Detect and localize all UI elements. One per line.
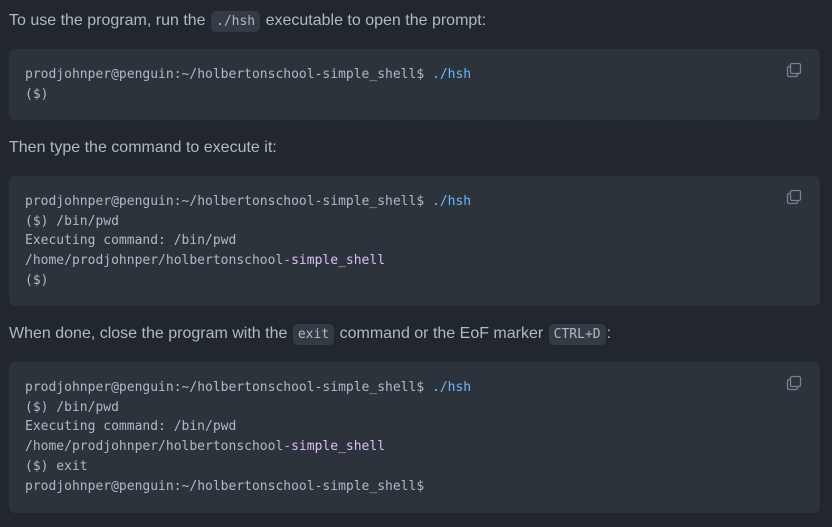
prompt-at: @ <box>111 380 119 395</box>
copy-icon <box>786 375 802 391</box>
prompt-user: prodjohnper <box>25 478 112 494</box>
copy-button[interactable] <box>786 189 804 207</box>
code-block-exit: prodjohnper@penguin:~/holbertonschool-si… <box>9 362 820 513</box>
paragraph-text: When done, close the program with the <box>9 325 292 342</box>
code-line: prodjohnper@penguin:~/holbertonschool-si… <box>25 477 804 497</box>
copy-button[interactable] <box>786 375 804 393</box>
prompt-host: penguin:~/holbertonschool-simple_shell$ <box>118 67 425 82</box>
inline-code-ctrl-d: CTRL+D <box>548 324 606 345</box>
code-line: Executing command: /bin/pwd <box>25 233 237 249</box>
code-line: /home/prodjohnper/holbertonschool-simple… <box>25 251 804 271</box>
code-block-run: prodjohnper@penguin:~/holbertonschool-si… <box>9 49 820 120</box>
paragraph-type-command: Then type the command to execute it: <box>9 137 277 159</box>
paragraph-text: executable to open the prompt: <box>261 12 487 29</box>
paragraph-text: To use the program, run the <box>9 12 210 29</box>
code-line: ($) /bin/pwd <box>25 399 119 415</box>
prompt-command: ./hsh <box>424 380 472 395</box>
path-text: /home/prodjohnper/holbertonschool- <box>25 253 292 269</box>
code-block-execute: prodjohnper@penguin:~/holbertonschool-si… <box>9 176 820 306</box>
inline-code-hsh: ./hsh <box>211 11 261 32</box>
prompt-user: prodjohnper <box>25 67 112 82</box>
copy-icon <box>786 62 802 78</box>
code-line: prodjohnper@penguin:~/holbertonschool-si… <box>25 378 804 398</box>
paragraph-text: : <box>606 325 612 342</box>
paragraph-close-program: When done, close the program with the ex… <box>9 323 611 346</box>
path-highlight: simple_shell <box>291 439 386 455</box>
code-line: ($) exit <box>25 458 88 474</box>
code-line: ($) <box>25 272 49 288</box>
prompt-at: @ <box>111 194 119 209</box>
code-line: prodjohnper@penguin:~/holbertonschool-si… <box>25 65 804 85</box>
prompt-host: penguin:~/holbertonschool-simple_shell$ <box>118 194 425 209</box>
prompt-host: penguin:~/holbertonschool-simple_shell$ <box>118 478 425 494</box>
paragraph-run-instructions: To use the program, run the ./hsh execut… <box>9 10 486 33</box>
prompt-command: ./hsh <box>424 194 472 209</box>
copy-button[interactable] <box>786 62 804 80</box>
paragraph-text: command or the EoF marker <box>335 325 548 342</box>
prompt-command: ./hsh <box>424 67 472 82</box>
code-line: prodjohnper@penguin:~/holbertonschool-si… <box>25 192 804 212</box>
prompt-user: prodjohnper <box>25 380 112 395</box>
path-highlight: simple_shell <box>291 253 386 269</box>
code-line: Executing command: /bin/pwd <box>25 419 237 435</box>
code-line: ($) <box>25 86 49 102</box>
prompt-host: penguin:~/holbertonschool-simple_shell$ <box>118 380 425 395</box>
prompt-user: prodjohnper <box>25 194 112 209</box>
inline-code-exit: exit <box>292 324 335 345</box>
code-line: ($) /bin/pwd <box>25 213 119 229</box>
paragraph-text: Then type the command to execute it: <box>9 139 277 156</box>
copy-icon <box>786 189 802 205</box>
prompt-at: @ <box>111 67 119 82</box>
code-line: /home/prodjohnper/holbertonschool-simple… <box>25 437 804 457</box>
path-text: /home/prodjohnper/holbertonschool- <box>25 439 292 455</box>
prompt-at: @ <box>111 478 119 494</box>
